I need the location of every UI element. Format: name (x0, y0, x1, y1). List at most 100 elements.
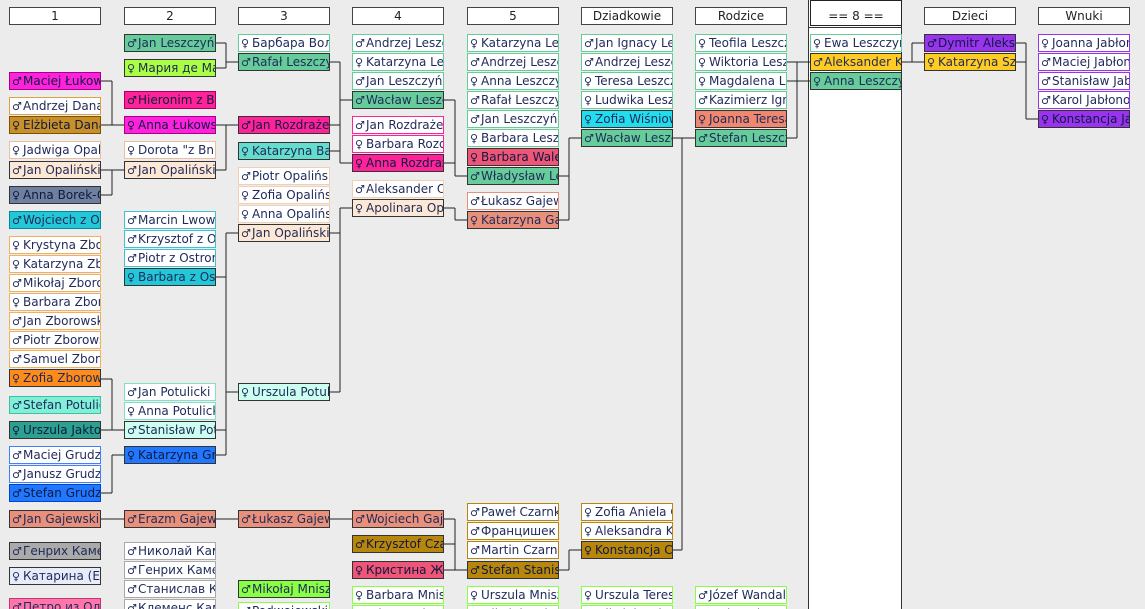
person-box[interactable]: ♂Andrzej Leszczyński (467, 53, 559, 71)
person-box[interactable]: ♂Stanisław Jabłonowski (1038, 72, 1130, 90)
person-box[interactable]: ♀Barbara Leszczyńska (467, 129, 559, 147)
person-box[interactable]: ♀Aleksandra Katarzyna (581, 522, 673, 540)
person-box[interactable]: ♂Piotr Zborowski (9, 331, 101, 349)
person-box[interactable]: ♀Wiktoria Leszczyńska (695, 53, 787, 71)
person-box[interactable]: ♂Jan Opaliński (124, 161, 216, 179)
person-box[interactable]: ♀Anna Leszczyńska (810, 72, 902, 90)
person-box[interactable]: ♂Mikołaj Zborowski (9, 274, 101, 292)
person-box[interactable]: ♂Николай Каменский (124, 542, 216, 560)
person-box[interactable]: ♀Urszula Teresa (581, 586, 673, 604)
person-box[interactable]: ♂Jan Potulicki (124, 383, 216, 401)
person-box[interactable]: ♂Jan Rozdrażewski (238, 116, 330, 134)
person-box[interactable]: ♂Andrzej Danaborski (9, 97, 101, 115)
person-box[interactable]: ♂Aleksander Opaliński (352, 180, 444, 198)
person-box[interactable]: ♂Karol Jabłonowski (1038, 91, 1130, 109)
person-box[interactable]: ♀Barbara z Ostroroga (124, 268, 216, 286)
person-box[interactable]: ♂Генрих Каменский (9, 542, 101, 560)
person-box[interactable]: ♀Barbara Walewska (467, 148, 559, 166)
person-box[interactable]: ♀Anna Opalińska (238, 205, 330, 223)
person-box[interactable]: ♀Zofia Opalińska (238, 186, 330, 204)
person-box[interactable]: ♂Jan Leszczyński (467, 110, 559, 128)
person-box[interactable]: ♂Aleksander Kazimierz (810, 53, 902, 71)
person-box[interactable]: ♂Jan Ignacy Leszczyński (581, 34, 673, 52)
person-box[interactable]: ♀Elżbieta Danaborska (9, 116, 101, 134)
person-box[interactable]: ♂Wojciech z Ostroroga (9, 211, 101, 229)
person-box[interactable]: ♀Кристина Жеромска (352, 561, 444, 579)
person-box[interactable]: ♂Andrzej Leszczyński (352, 34, 444, 52)
person-box[interactable]: ♂Петро из Олеська (9, 598, 101, 609)
person-box[interactable]: ♀Katarzyna Szczuka (924, 53, 1016, 71)
person-box[interactable]: ♀Ludwika Leszczyńska (581, 91, 673, 109)
person-box[interactable]: ♂Adam Mniszech (352, 605, 444, 609)
person-box[interactable]: ♀Katarzyna Grudzińska (124, 446, 216, 464)
person-box[interactable]: ♂Stanisław Potulicki (124, 421, 216, 439)
person-box[interactable]: ♂Stefan Stanisław Czarnkowski (467, 561, 559, 579)
person-box[interactable]: ♂Paweł Czarnkowski (467, 503, 559, 521)
person-box[interactable]: ♀Konstancja Jabłonowska (1038, 110, 1130, 128)
person-box[interactable]: ♂Mikołaj Mniszech (467, 605, 559, 609)
person-box[interactable]: ♀Teofila Leszczyńska (695, 34, 787, 52)
person-box[interactable]: ♂Mikołaj Mniszech (581, 605, 673, 609)
person-box[interactable]: ♂Władysław Leszczyński (467, 167, 559, 185)
person-box[interactable]: ♂Maciej Łukowski (9, 72, 101, 90)
person-box[interactable]: ♂Dymitr Aleksander (924, 34, 1016, 52)
person-box[interactable]: ♂Stefan Potulicki (9, 396, 101, 414)
person-box[interactable]: ♂Jan Zborowski (9, 312, 101, 330)
person-box[interactable]: ♂Janusz Grudziński (9, 465, 101, 483)
person-box[interactable]: ♂Станислав Каменский (124, 580, 216, 598)
person-box[interactable]: ♂Podwojewski (238, 602, 330, 609)
person-box[interactable]: ♀ Joanna Teresa (695, 110, 787, 128)
person-box[interactable]: ♀Катарина (Екатерина) (9, 567, 101, 585)
person-box[interactable]: ♂Piotr Opaliński (238, 167, 330, 185)
person-box[interactable]: ♂Kazimierz Ignacy (695, 91, 787, 109)
person-box[interactable]: ♂Wacław Leszczyński (581, 129, 673, 147)
person-box[interactable]: ♂Jan Leszczyński (352, 72, 444, 90)
person-box[interactable]: ♀Urszula Potulicka (238, 383, 330, 401)
person-box[interactable]: ♂Jan Leszczyński (124, 34, 216, 52)
person-box[interactable]: ♀Dorota "z Bnina" (124, 141, 216, 159)
person-box[interactable]: ♀Barbara Rozdrażewska (352, 135, 444, 153)
person-box[interactable]: ♀Magdalena Leszczyńska (695, 72, 787, 90)
person-box[interactable]: ♂Hieronim z Bnina (124, 91, 216, 109)
person-box[interactable]: ♂Stefan Grudziński (9, 484, 101, 502)
person-box[interactable]: ♂Rafał Leszczyński (238, 53, 330, 71)
person-box[interactable]: ♂Jan Gajewski (9, 510, 101, 528)
person-box[interactable]: ♂Клеменс Каменский (124, 599, 216, 609)
person-box[interactable]: ♂Krzysztof z Ostroroga (124, 230, 216, 248)
person-box[interactable]: ♀Joanna Jabłonowska (1038, 34, 1130, 52)
person-box[interactable]: ♀Teresa Leszczyńska (581, 72, 673, 90)
person-box[interactable]: ♀Барбара Волоска (238, 34, 330, 52)
person-box[interactable]: ♂Erazm Gajewski (124, 510, 216, 528)
person-box[interactable]: ♂Józef Wandalin (695, 586, 787, 604)
person-box[interactable]: ♀Anna Łukowska (124, 116, 216, 134)
person-box[interactable]: ♀Anna Borek-Gostyńska (9, 186, 101, 204)
person-box[interactable]: ♀Zofia Zborowska (9, 369, 101, 387)
person-box[interactable]: ♀Katarzyna Baranowska (238, 142, 330, 160)
person-box[interactable]: ♂Генрих Каменский (124, 561, 216, 579)
person-box[interactable]: ♂Andrzej Leszczyński (581, 53, 673, 71)
person-box[interactable]: ♀Urszula Mniszech (467, 586, 559, 604)
person-box[interactable]: ♀Мария де Мартена (124, 59, 216, 77)
person-box[interactable]: ♀Barbara Mniszech (352, 586, 444, 604)
person-box[interactable]: ♂Łukasz Gajewski (238, 510, 330, 528)
person-box[interactable]: ♀Konstancja Czarnkowska (581, 541, 673, 559)
person-box[interactable]: ♂Łukasz Gajewski (467, 192, 559, 210)
person-box[interactable]: ♂Францишек Чарнковски (467, 522, 559, 540)
person-box[interactable]: ♂Mikołaj Mniszech (238, 580, 330, 598)
person-box[interactable]: ♀Zofia Aniela Czarnkowska (581, 503, 673, 521)
person-box[interactable]: ♂Mniszech (695, 605, 787, 609)
person-box[interactable]: ♂Piotr z Ostroroga (124, 249, 216, 267)
person-box[interactable]: ♀Anna Leszczyńska (467, 72, 559, 90)
person-box[interactable]: ♂Jan Rozdrażewski (352, 116, 444, 134)
person-box[interactable]: ♂Rafał Leszczyński (467, 91, 559, 109)
person-box[interactable]: ♀Zofia Wiśniowiecka (581, 110, 673, 128)
person-box[interactable]: ♀Anna Potulicka (124, 402, 216, 420)
person-box[interactable]: ♀Urszula Jaktorowska (9, 421, 101, 439)
person-box[interactable]: ♂Marcin Lwowski (124, 211, 216, 229)
person-box[interactable]: ♀Apolinara Opalińska (352, 199, 444, 217)
person-box[interactable]: ♀Krystyna Zborowska (9, 236, 101, 254)
person-box[interactable]: ♂Samuel Zborowski (9, 350, 101, 368)
person-box[interactable]: ♀Katarzyna Leszczyńska (352, 53, 444, 71)
person-box[interactable]: ♂Stefan Leszczyński (695, 129, 787, 147)
person-box[interactable]: ♀Katarzyna Leszczyńska (467, 34, 559, 52)
